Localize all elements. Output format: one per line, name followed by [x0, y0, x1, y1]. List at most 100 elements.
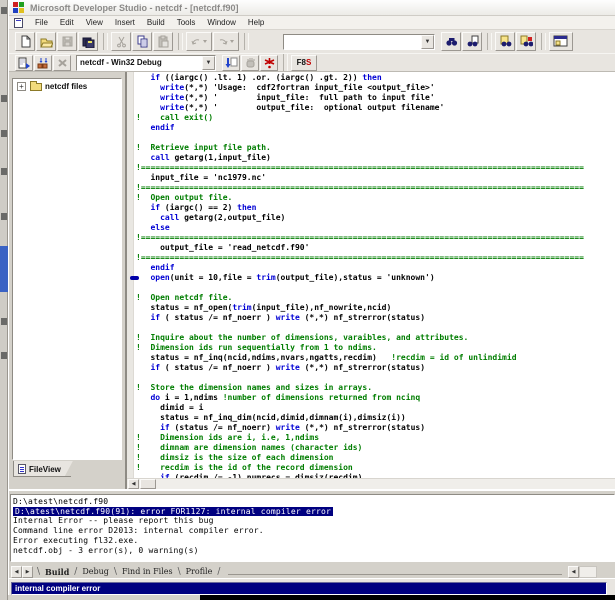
find-in-files-button[interactable]: [495, 32, 515, 51]
menu-items: FileEditViewInsertBuildToolsWindowHelp: [29, 16, 270, 29]
configuration-value: netcdf - Win32 Debug: [77, 58, 202, 67]
tab-scroll-left-icon[interactable]: ◀: [11, 566, 22, 578]
workspace-toggle-button[interactable]: [549, 32, 573, 51]
save-all-button[interactable]: [78, 32, 98, 51]
tab-edge: [13, 476, 71, 477]
configuration-combobox[interactable]: netcdf - Win32 Debug ▼: [76, 55, 216, 71]
code-line: dimid = i: [136, 403, 203, 413]
open-button[interactable]: [36, 32, 56, 51]
app-icon: [13, 2, 24, 13]
code-line: ! Inquire about the number of dimensions…: [136, 333, 468, 343]
output-line[interactable]: Command line error D2013: internal compi…: [13, 526, 264, 536]
find-combobox[interactable]: ▼: [283, 34, 435, 50]
background-glyph: [1, 95, 7, 102]
standard-toolbar: ▼: [9, 30, 615, 54]
fortran-tool-button[interactable]: F8S: [291, 55, 317, 71]
open-folder-icon: [40, 35, 53, 48]
menu-bar: FileEditViewInsertBuildToolsWindowHelp: [9, 16, 615, 30]
code-line: ! Dimension ids are i, i.e, 1,ndims: [136, 433, 319, 443]
hscroll-thumb[interactable]: [140, 479, 156, 489]
hscroll-track[interactable]: [579, 566, 597, 578]
code-line: if (status /= nf_noerr) write (*,*) nf_s…: [136, 423, 425, 433]
chevron-down-icon[interactable]: ▼: [202, 56, 215, 70]
execute-button[interactable]: [260, 55, 278, 71]
code-line: output_file = 'read_netcdf.f90': [136, 243, 309, 253]
build-output[interactable]: D:\atest\netcdf.f90D:\atest\netcdf.f90(9…: [10, 494, 615, 562]
expand-icon[interactable]: +: [17, 82, 26, 91]
menu-item-build[interactable]: Build: [141, 16, 171, 29]
background-glyph: [1, 213, 7, 220]
save-button[interactable]: [57, 32, 77, 51]
menu-item-view[interactable]: View: [80, 16, 109, 29]
editor-hscrollbar[interactable]: ◀: [127, 478, 615, 489]
tab-scroll-right-icon[interactable]: ▶: [22, 566, 33, 578]
fileview-icon: [18, 464, 26, 474]
menu-item-file[interactable]: File: [29, 16, 54, 29]
background-glyph: [1, 318, 7, 325]
error-line-selected[interactable]: D:\atest\netcdf.f90(91): error FOR1127: …: [13, 507, 333, 517]
go-button[interactable]: [222, 55, 240, 71]
output-tab-profile[interactable]: Profile: [181, 567, 218, 576]
output-line[interactable]: D:\atest\netcdf.f90: [13, 497, 108, 507]
chevron-down-icon[interactable]: ▼: [421, 35, 434, 49]
copy-button[interactable]: [132, 32, 152, 51]
code-text[interactable]: if ((iargc() .lt. 1) .or. (iargc() .gt. …: [136, 72, 615, 489]
code-editor[interactable]: if ((iargc() .lt. 1) .or. (iargc() .gt. …: [125, 72, 615, 489]
fortran-badge: F8: [297, 58, 306, 67]
menu-item-help[interactable]: Help: [242, 16, 270, 29]
breakpoint-button[interactable]: [241, 55, 259, 71]
code-line: if (iargc() == 2) then: [136, 203, 256, 213]
screenshot-root: Microsoft Developer Studio - netcdf - [n…: [0, 0, 615, 600]
execute-icon: [263, 57, 276, 69]
binoculars-icon: [445, 35, 458, 48]
code-line: call getarg(2,output_file): [136, 213, 285, 223]
stop-build-button[interactable]: [53, 55, 71, 71]
undo-button[interactable]: [186, 32, 212, 51]
find-symbol-button[interactable]: [516, 32, 536, 51]
scroll-left-icon[interactable]: ◀: [128, 479, 139, 489]
compile-button[interactable]: [15, 55, 33, 71]
output-line[interactable]: Internal Error -- please report this bug: [13, 516, 214, 526]
output-tab-build[interactable]: Build: [40, 567, 74, 577]
menu-item-window[interactable]: Window: [201, 16, 241, 29]
build-toolbar: netcdf - Win32 Debug ▼ F8S: [9, 54, 615, 72]
redo-button[interactable]: [213, 32, 239, 51]
code-line: ! recdim is the id of the record dimensi…: [136, 463, 353, 473]
new-file-button[interactable]: [15, 32, 35, 51]
tab-fileview[interactable]: FileView: [13, 461, 73, 476]
code-line: do i = 1,ndims !number of dimensions ret…: [136, 393, 420, 403]
code-line: endif: [136, 263, 175, 273]
code-line: ! Store the dimension names and sizes in…: [136, 383, 372, 393]
search-in-files-button[interactable]: [462, 32, 482, 51]
scroll-left-icon[interactable]: ◀: [568, 566, 579, 578]
hand-icon: [244, 57, 257, 69]
code-line: ! Retrieve input file path.: [136, 143, 271, 153]
copy-icon: [136, 35, 149, 48]
output-line[interactable]: netcdf.obj - 3 error(s), 0 warning(s): [13, 546, 199, 556]
editor-margin[interactable]: [127, 72, 134, 489]
code-line: status = nf_open(trim(input_file),nf_now…: [136, 303, 391, 313]
code-line: endif: [136, 123, 175, 133]
menu-item-insert[interactable]: Insert: [109, 16, 141, 29]
menu-item-tools[interactable]: Tools: [171, 16, 202, 29]
background-glyph: [1, 352, 7, 359]
code-line: if ((iargc() .lt. 1) .or. (iargc() .gt. …: [136, 73, 382, 83]
output-tab-find-in-files[interactable]: Find in Files: [117, 567, 178, 576]
fileview-tree[interactable]: + netcdf files: [12, 78, 122, 460]
build-button[interactable]: [34, 55, 52, 71]
search-button[interactable]: [441, 32, 461, 51]
cut-button[interactable]: [111, 32, 131, 51]
menu-item-edit[interactable]: Edit: [54, 16, 80, 29]
mdi-document-icon[interactable]: [14, 18, 23, 28]
tree-item-label: netcdf files: [45, 82, 87, 91]
tree-item-netcdf-files[interactable]: + netcdf files: [13, 79, 121, 91]
output-hscrollbar[interactable]: ◀: [568, 566, 597, 578]
output-tab-debug[interactable]: Debug: [77, 567, 114, 576]
code-line: input_file = 'nc1979.nc': [136, 173, 266, 183]
paste-button[interactable]: [153, 32, 173, 51]
background-glyph: [1, 130, 7, 137]
code-line: ! Open netcdf file.: [136, 293, 232, 303]
output-line[interactable]: Error executing fl32.exe.: [13, 536, 138, 546]
title-bar[interactable]: Microsoft Developer Studio - netcdf - [n…: [9, 0, 615, 16]
code-line: !=======================================…: [136, 253, 584, 263]
